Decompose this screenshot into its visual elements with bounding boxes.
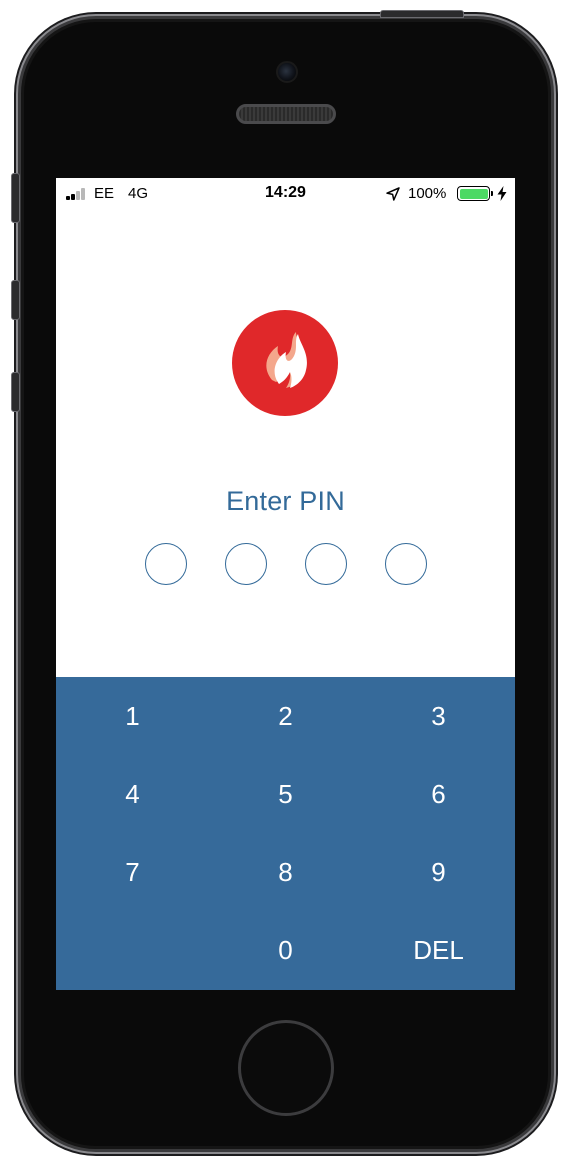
key-8[interactable]: 8 <box>209 833 362 911</box>
mute-switch <box>11 173 20 223</box>
screen: EE 4G 14:29 100% Enter PIN 1 2 3 4 5 6 7… <box>56 178 515 990</box>
key-0[interactable]: 0 <box>209 911 362 989</box>
pin-dot <box>305 543 347 585</box>
pin-dot <box>385 543 427 585</box>
pin-dot <box>225 543 267 585</box>
key-7[interactable]: 7 <box>56 833 209 911</box>
power-button <box>380 10 464 18</box>
key-3[interactable]: 3 <box>362 677 515 755</box>
battery-percent: 100% <box>408 185 447 202</box>
key-6[interactable]: 6 <box>362 755 515 833</box>
battery-icon <box>457 186 490 201</box>
key-4[interactable]: 4 <box>56 755 209 833</box>
flame-logo-icon <box>232 310 338 416</box>
key-empty <box>56 911 209 989</box>
home-button[interactable] <box>238 1020 334 1116</box>
numeric-keypad: 1 2 3 4 5 6 7 8 9 0 DEL <box>56 677 515 990</box>
battery-cap <box>491 191 493 196</box>
delete-button[interactable]: DEL <box>362 911 515 989</box>
charging-bolt-icon <box>497 186 507 201</box>
key-5[interactable]: 5 <box>209 755 362 833</box>
volume-down-button <box>11 372 20 412</box>
key-2[interactable]: 2 <box>209 677 362 755</box>
earpiece-speaker <box>236 104 336 124</box>
page-title: Enter PIN <box>226 486 345 516</box>
pin-dot <box>145 543 187 585</box>
volume-up-button <box>11 280 20 320</box>
location-icon <box>386 187 400 201</box>
key-1[interactable]: 1 <box>56 677 209 755</box>
status-bar: EE 4G 14:29 100% <box>56 178 515 208</box>
key-9[interactable]: 9 <box>362 833 515 911</box>
pin-indicator <box>56 543 515 585</box>
front-camera <box>276 61 298 83</box>
